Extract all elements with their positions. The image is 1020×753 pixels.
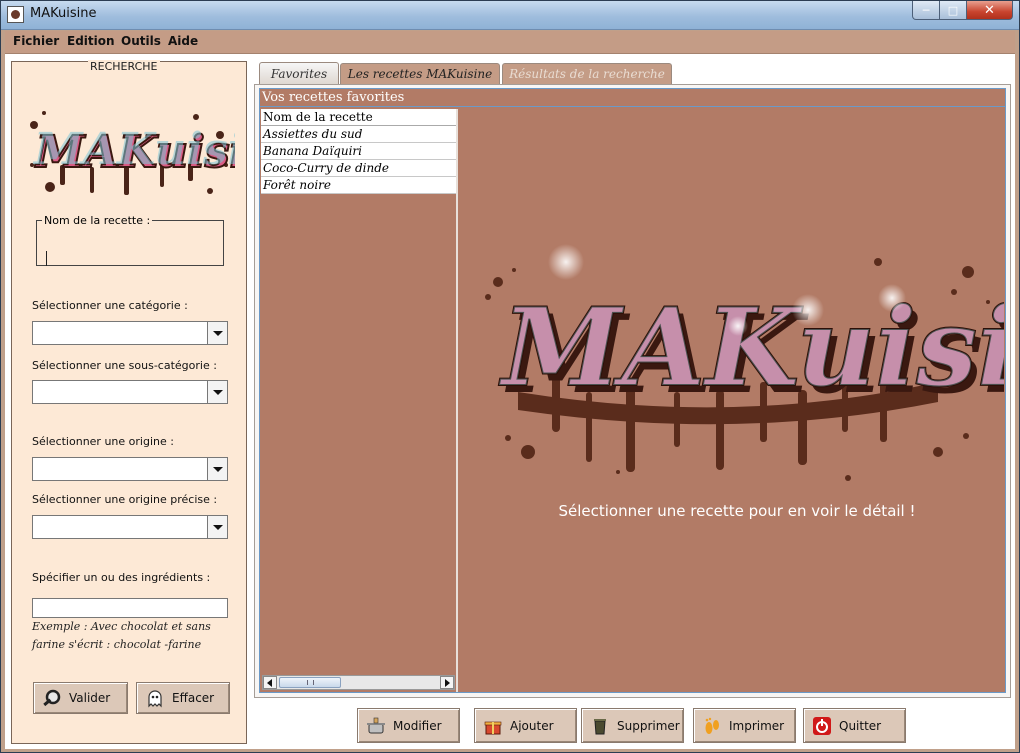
maximize-icon: □ (947, 3, 959, 17)
window-controls: ─ □ ✕ (912, 1, 1013, 20)
maximize-button[interactable]: □ (940, 1, 967, 20)
origin-select[interactable] (32, 457, 228, 481)
pot-icon (367, 717, 385, 733)
clear-label: Effacer (172, 691, 215, 705)
logo-highlight-text: MAKuisine (498, 285, 1004, 411)
quit-button[interactable]: Quitter (803, 708, 906, 743)
tab-search-results[interactable]: Résultats de la recherche (502, 63, 672, 84)
category-select[interactable] (32, 321, 228, 345)
chevron-down-icon[interactable] (207, 458, 227, 480)
ingredients-input[interactable] (32, 598, 228, 618)
list-item[interactable]: Assiettes du sud (261, 126, 456, 143)
favorites-area: Nom de la recette Assiettes du sud Banan… (259, 106, 1006, 693)
subcategory-select[interactable] (32, 380, 228, 404)
client-area: RECHERCHE MAKuisine MAKuisine Nom de la … (5, 54, 1015, 749)
svg-text:MAKuisine: MAKuisine (32, 124, 235, 175)
search-group-title: RECHERCHE (88, 60, 160, 73)
subcategory-label: Sélectionner une sous-catégorie : (32, 359, 217, 372)
validate-label: Valider (69, 691, 111, 705)
category-label: Sélectionner une catégorie : (32, 299, 188, 312)
chevron-down-icon[interactable] (207, 381, 227, 403)
search-panel: RECHERCHE MAKuisine MAKuisine Nom de la … (11, 60, 247, 744)
ingredients-hint-line2: farine s'écrit : chocolat -farine (32, 638, 202, 651)
clear-button[interactable]: Effacer (136, 682, 230, 714)
recipe-name-input[interactable] (39, 233, 219, 266)
scroll-thumb[interactable] (279, 677, 341, 688)
favorites-list: Nom de la recette Assiettes du sud Banan… (261, 109, 458, 692)
recipe-name-group: Nom de la recette : (36, 214, 224, 266)
favorites-header: Vos recettes favorites (259, 88, 1006, 106)
tab-favorites[interactable]: Favorites (259, 62, 339, 85)
list-item[interactable]: Coco-Curry de dinde (261, 160, 456, 177)
modify-button[interactable]: Modifier (357, 708, 460, 743)
bin-icon (594, 718, 606, 734)
menu-fichier[interactable]: Fichier (13, 34, 59, 48)
favorites-content: Vos recettes favorites Nom de la recette… (254, 84, 1011, 698)
footprints-icon (705, 717, 719, 734)
delete-label: Supprimer (617, 718, 680, 733)
modify-label: Modifier (393, 718, 442, 733)
menu-aide[interactable]: Aide (168, 34, 198, 48)
list-column-header[interactable]: Nom de la recette (261, 109, 456, 126)
text-caret (46, 251, 47, 266)
scroll-left-icon[interactable] (263, 676, 277, 689)
menu-outils[interactable]: Outils (121, 34, 161, 48)
makuisine-logo-large: MAKuisine MAKuisine MAKuisine (485, 244, 1004, 481)
delete-button[interactable]: Supprimer (581, 708, 684, 743)
list-item[interactable]: Banana Daïquiri (261, 143, 456, 160)
add-label: Ajouter (510, 718, 554, 733)
precise-origin-select[interactable] (32, 515, 228, 539)
minimize-icon: ─ (922, 3, 930, 17)
app-icon (7, 6, 24, 23)
ghost-icon (148, 690, 162, 708)
menu-bar: Fichier Edition Outils Aide (5, 31, 1015, 54)
print-label: Imprimer (729, 718, 785, 733)
makuisine-logo-small: MAKuisine MAKuisine (30, 111, 235, 195)
power-icon (813, 716, 831, 735)
origin-label: Sélectionner une origine : (32, 435, 174, 448)
title-bar[interactable]: MAKuisine ─ □ ✕ (1, 1, 1019, 30)
print-button[interactable]: Imprimer (693, 708, 796, 743)
list-item[interactable]: Forêt noire (261, 177, 456, 194)
validate-button[interactable]: Valider (33, 682, 128, 714)
window-title: MAKuisine (30, 6, 97, 21)
ingredients-hint-line1: Exemple : Avec chocolat et sans (32, 620, 211, 633)
close-button[interactable]: ✕ (967, 1, 1013, 20)
ingredients-label: Spécifier un ou des ingrédients : (32, 571, 211, 584)
minimize-button[interactable]: ─ (912, 1, 940, 20)
add-button[interactable]: Ajouter (474, 708, 577, 743)
tab-makuisine-recipes[interactable]: Les recettes MAKuisine (340, 63, 500, 84)
quit-label: Quitter (839, 718, 882, 733)
horizontal-scrollbar[interactable] (262, 675, 455, 690)
recipe-name-label: Nom de la recette : (42, 214, 153, 227)
precise-origin-label: Sélectionner une origine précise : (32, 493, 218, 506)
magnifier-icon (43, 689, 61, 707)
app-window: MAKuisine ─ □ ✕ Fichier Edition Outils A… (0, 0, 1020, 753)
scroll-right-icon[interactable] (440, 676, 454, 689)
close-icon: ✕ (984, 2, 995, 18)
gift-icon (484, 721, 502, 734)
chevron-down-icon[interactable] (207, 322, 227, 344)
select-recipe-message: Sélectionner une recette pour en voir le… (558, 502, 916, 520)
menu-edition[interactable]: Edition (67, 34, 115, 48)
chevron-down-icon[interactable] (207, 516, 227, 538)
